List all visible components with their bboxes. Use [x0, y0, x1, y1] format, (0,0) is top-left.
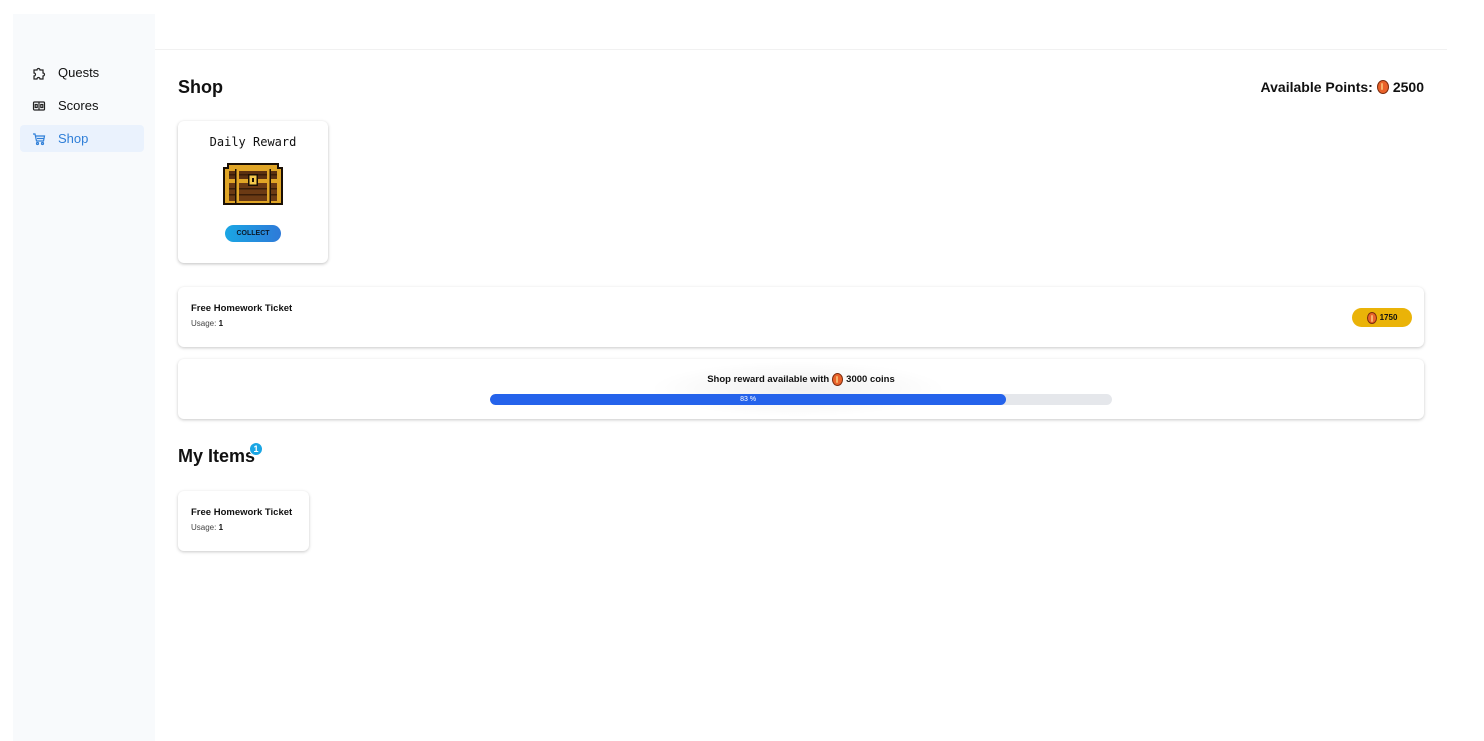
sidebar: Quests Scores Shop [13, 14, 155, 741]
progress-glow [648, 361, 948, 417]
collect-button[interactable]: COLLECT [225, 225, 281, 242]
my-item-card[interactable]: Free Homework Ticket Usage: 1 [178, 491, 309, 551]
app: Quests Scores Shop Shop Available Points… [0, 0, 1484, 741]
usage-label: Usage: [191, 523, 217, 532]
sidebar-item-label: Quests [58, 65, 100, 80]
sidebar-item-label: Scores [58, 98, 99, 113]
item-usage: Usage: 1 [191, 523, 223, 532]
item-name: Free Homework Ticket [191, 507, 293, 518]
usage-value: 1 [218, 523, 224, 532]
points-value: 2500 [1392, 79, 1424, 95]
available-points: Available Points: 2500 [1261, 79, 1424, 95]
daily-reward-title: Daily Reward [209, 135, 297, 149]
usage-value: 1 [218, 319, 224, 328]
treasure-chest-icon [223, 163, 283, 205]
coin-icon [1366, 311, 1377, 324]
price-value: 1750 [1379, 313, 1398, 322]
my-items-title: My Items [178, 446, 256, 466]
progress-bar: 83 % [490, 394, 1112, 405]
coin-icon [1376, 80, 1389, 94]
sidebar-item-scores[interactable]: Scores [20, 92, 144, 119]
item-usage: Usage: 1 [191, 319, 223, 328]
coin-icon [832, 373, 844, 386]
puzzle-icon [32, 66, 46, 80]
progress-fill: 83 % [490, 394, 1007, 405]
scoreboard-icon [32, 99, 46, 113]
page-title: Shop [178, 77, 223, 97]
item-name: Free Homework Ticket [191, 303, 293, 314]
reward-progress-card: Shop reward available with 3000 coins 83… [178, 359, 1424, 419]
my-items-count-badge: 1 [249, 442, 263, 456]
shop-item-row: Free Homework Ticket Usage: 1 1750 [178, 287, 1424, 347]
progress-label: Shop reward available with 3000 coins [178, 373, 1424, 386]
progress-percent: 83 % [740, 396, 757, 403]
daily-reward-card: Daily Reward COLLECT [178, 121, 328, 263]
sidebar-item-quests[interactable]: Quests [20, 59, 144, 86]
header-divider [155, 49, 1447, 50]
points-label: Available Points: [1260, 79, 1373, 95]
cart-icon [32, 132, 46, 146]
sidebar-item-shop[interactable]: Shop [20, 125, 144, 152]
buy-button[interactable]: 1750 [1352, 308, 1412, 327]
progress-label-amount: 3000 coins [846, 374, 895, 385]
usage-label: Usage: [191, 319, 217, 328]
sidebar-nav: Quests Scores Shop [20, 59, 144, 158]
progress-label-prefix: Shop reward available with [707, 374, 830, 385]
sidebar-item-label: Shop [58, 131, 89, 146]
